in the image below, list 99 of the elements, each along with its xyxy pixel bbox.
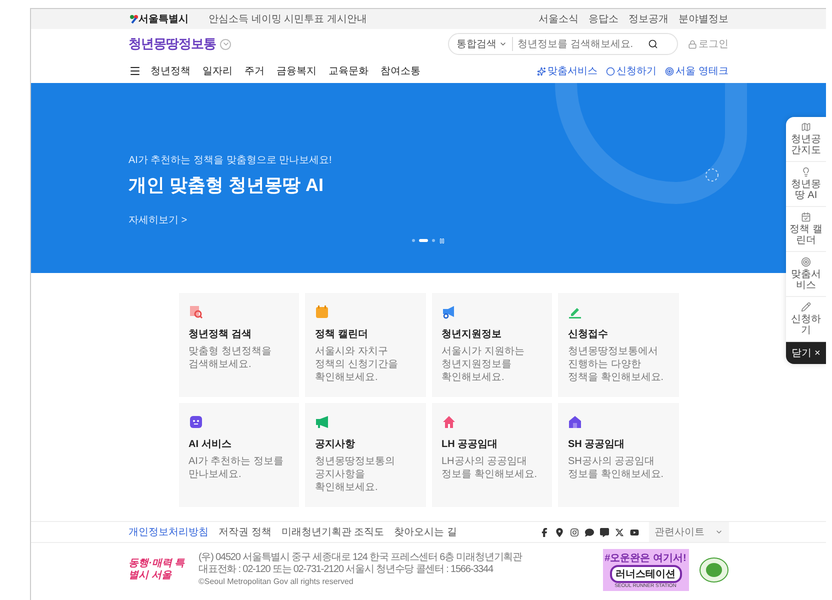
side-panel-label: 신청하기	[790, 314, 822, 336]
lock-icon	[688, 40, 696, 48]
pen-icon	[568, 305, 582, 319]
top-link[interactable]: 응답소	[588, 12, 618, 26]
top-link[interactable]: 분야별정보	[678, 12, 728, 26]
card-title: 청년정책 검색	[188, 328, 252, 341]
card-description: SH공사의 공공임대 정보를 확인해보세요.	[568, 455, 665, 481]
map-icon	[801, 122, 811, 132]
service-card[interactable]: AI 서비스 AI가 추천하는 정보를 만나보세요.	[178, 403, 299, 507]
nav-item[interactable]: 주거	[244, 64, 264, 78]
more-link[interactable]: 자세히보기 >	[128, 212, 188, 226]
search-icon[interactable]	[648, 39, 658, 49]
top-link[interactable]: 서울소식	[538, 12, 578, 26]
card-title: 청년지원정보	[442, 328, 502, 341]
nav-item[interactable]: 청년정책	[150, 64, 190, 78]
chevron-down-icon	[714, 528, 722, 536]
service-card[interactable]: 청년정책 검색 맞춤형 청년정책을 검색해보세요.	[178, 293, 299, 397]
chevron-down-icon	[222, 40, 230, 48]
x-icon[interactable]	[614, 528, 624, 536]
card-description: 맞춤형 청년정책을 검색해보세요.	[188, 345, 272, 371]
sparkle-icon	[536, 66, 546, 76]
side-panel-item[interactable]: 청년공간지도	[786, 117, 826, 162]
card-description: LH공사의 공공임대 정보를 확인해보세요.	[442, 455, 538, 481]
youtube-icon[interactable]	[630, 528, 638, 536]
card-description: 청년몽땅정보통의 공지사항을 확인해보세요.	[315, 455, 396, 494]
side-panel-label: 맞춤서비스	[790, 269, 822, 291]
card-title: SH 공공임대	[568, 438, 626, 451]
card-title: LH 공공임대	[442, 438, 499, 451]
side-panel-item[interactable]: 정책 캘린더	[786, 207, 826, 252]
ad-tag: #오운완은 여기서!	[604, 551, 686, 565]
circle-icon	[606, 66, 615, 76]
side-panel-item[interactable]: 청년몽땅 AI	[786, 162, 826, 207]
target-icon	[801, 257, 811, 267]
lightbulb-icon	[801, 167, 811, 177]
card-title: AI 서비스	[188, 438, 232, 451]
search-field[interactable]: 통합검색 청년정보를 검색해보세요.	[448, 33, 678, 55]
nav-item[interactable]: 금융복지	[276, 64, 316, 78]
footer-link[interactable]: 저작권 정책	[218, 525, 272, 539]
pencil-icon	[801, 302, 811, 312]
pause-icon[interactable]	[439, 238, 445, 244]
search-document-icon	[188, 305, 202, 319]
chevron-down-icon	[498, 40, 506, 48]
side-panel-label: 청년공간지도	[790, 134, 822, 156]
service-card[interactable]: 청년지원정보 서울시가 지원하는 청년지원정보를 확인해보세요.	[432, 293, 552, 397]
house-icon	[568, 415, 582, 429]
service-card[interactable]: 공지사항 청년몽땅정보통의 공지사항을 확인해보세요.	[305, 403, 426, 507]
footer-link[interactable]: 미래청년기획관 조직도	[281, 525, 384, 539]
notice-text[interactable]: 안심소득 네이밍 시민투표 게시안내	[208, 12, 367, 26]
related-sites-select[interactable]: 관련사이트	[648, 522, 728, 542]
slide-indicator[interactable]	[419, 239, 428, 242]
service-card[interactable]: LH 공공임대 LH공사의 공공임대 정보를 확인해보세요.	[432, 403, 552, 507]
seoul-slogan-logo: 동행·매력 특별시 서울	[128, 558, 186, 582]
facebook-icon[interactable]	[540, 528, 548, 536]
card-description: 서울시가 지원하는 청년지원정보를 확인해보세요.	[442, 345, 526, 384]
ad-title: 러너스테이션	[610, 565, 682, 583]
hero-title: 개인 맞춤형 청년몽땅 AI	[128, 174, 325, 196]
card-description: 청년몽땅정보통에서 진행하는 다양한 정책을 확인해보세요.	[568, 345, 665, 384]
message-icon[interactable]	[600, 528, 608, 536]
quick-link[interactable]: 서울 영테크	[664, 64, 728, 78]
card-title: 정책 캘린더	[315, 328, 369, 341]
address-text: (우) 04520 서울특별시 중구 세종대로 124 한국 프레스센터 6층 미래청년기획관	[198, 552, 522, 564]
site-logo[interactable]: 청년몽땅정보통	[128, 35, 216, 53]
location-pin-icon[interactable]	[554, 528, 564, 536]
side-panel-label: 청년몽땅 AI	[790, 179, 822, 201]
calendar-icon	[315, 305, 329, 319]
search-scope-select[interactable]: 통합검색	[456, 37, 512, 51]
quick-link[interactable]: 신청하기	[606, 64, 657, 78]
top-link[interactable]: 정보공개	[628, 12, 668, 26]
seoul-logo[interactable]: 서울특별시	[138, 12, 188, 26]
seoul-logo-icon	[128, 14, 138, 24]
instagram-icon[interactable]	[570, 528, 578, 536]
house-icon	[442, 415, 456, 429]
nav-item[interactable]: 참여소통	[380, 64, 420, 78]
hero-subtitle: AI가 추천하는 정책을 맞춤형으로 만나보세요!	[128, 154, 333, 166]
megaphone-icon	[315, 415, 329, 429]
megaphone-icon	[442, 305, 456, 319]
side-panel-label: 정책 캘린더	[788, 224, 824, 246]
service-card[interactable]: SH 공공임대 SH공사의 공공임대 정보를 확인해보세요.	[558, 403, 678, 507]
footer-link[interactable]: 찾아오시는 길	[394, 525, 457, 539]
card-title: 신청접수	[568, 328, 609, 341]
menu-icon[interactable]	[128, 65, 140, 77]
target-icon	[664, 66, 674, 76]
card-title: 공지사항	[315, 438, 356, 451]
footer-link[interactable]: 개인정보처리방침	[128, 525, 208, 539]
side-panel-item[interactable]: 맞춤서비스	[786, 252, 826, 297]
close-button[interactable]: 닫기 ×	[786, 342, 826, 364]
nav-item[interactable]: 일자리	[202, 64, 232, 78]
chat-bubble-icon[interactable]	[584, 528, 594, 536]
quick-link[interactable]: 맞춤서비스	[536, 64, 598, 78]
card-description: 서울시와 자치구 정책의 신청기간을 확인해보세요.	[315, 345, 399, 384]
accessibility-badge-icon	[698, 557, 728, 583]
phone-text: 대표전화 : 02-120 또는 02-731-2120 서울시 청년수당 콜센터 : 1566-3344	[198, 564, 494, 576]
robot-icon	[188, 415, 202, 429]
calendar-icon	[801, 212, 811, 222]
copyright-text: ©Seoul Metropolitan Gov all rights reserved	[198, 576, 354, 588]
service-card[interactable]: 신청접수 청년몽땅정보통에서 진행하는 다양한 정책을 확인해보세요.	[558, 293, 678, 397]
card-description: AI가 추천하는 정보를 만나보세요.	[188, 455, 285, 481]
nav-item[interactable]: 교육문화	[328, 64, 368, 78]
service-card[interactable]: 정책 캘린더 서울시와 자치구 정책의 신청기간을 확인해보세요.	[305, 293, 426, 397]
